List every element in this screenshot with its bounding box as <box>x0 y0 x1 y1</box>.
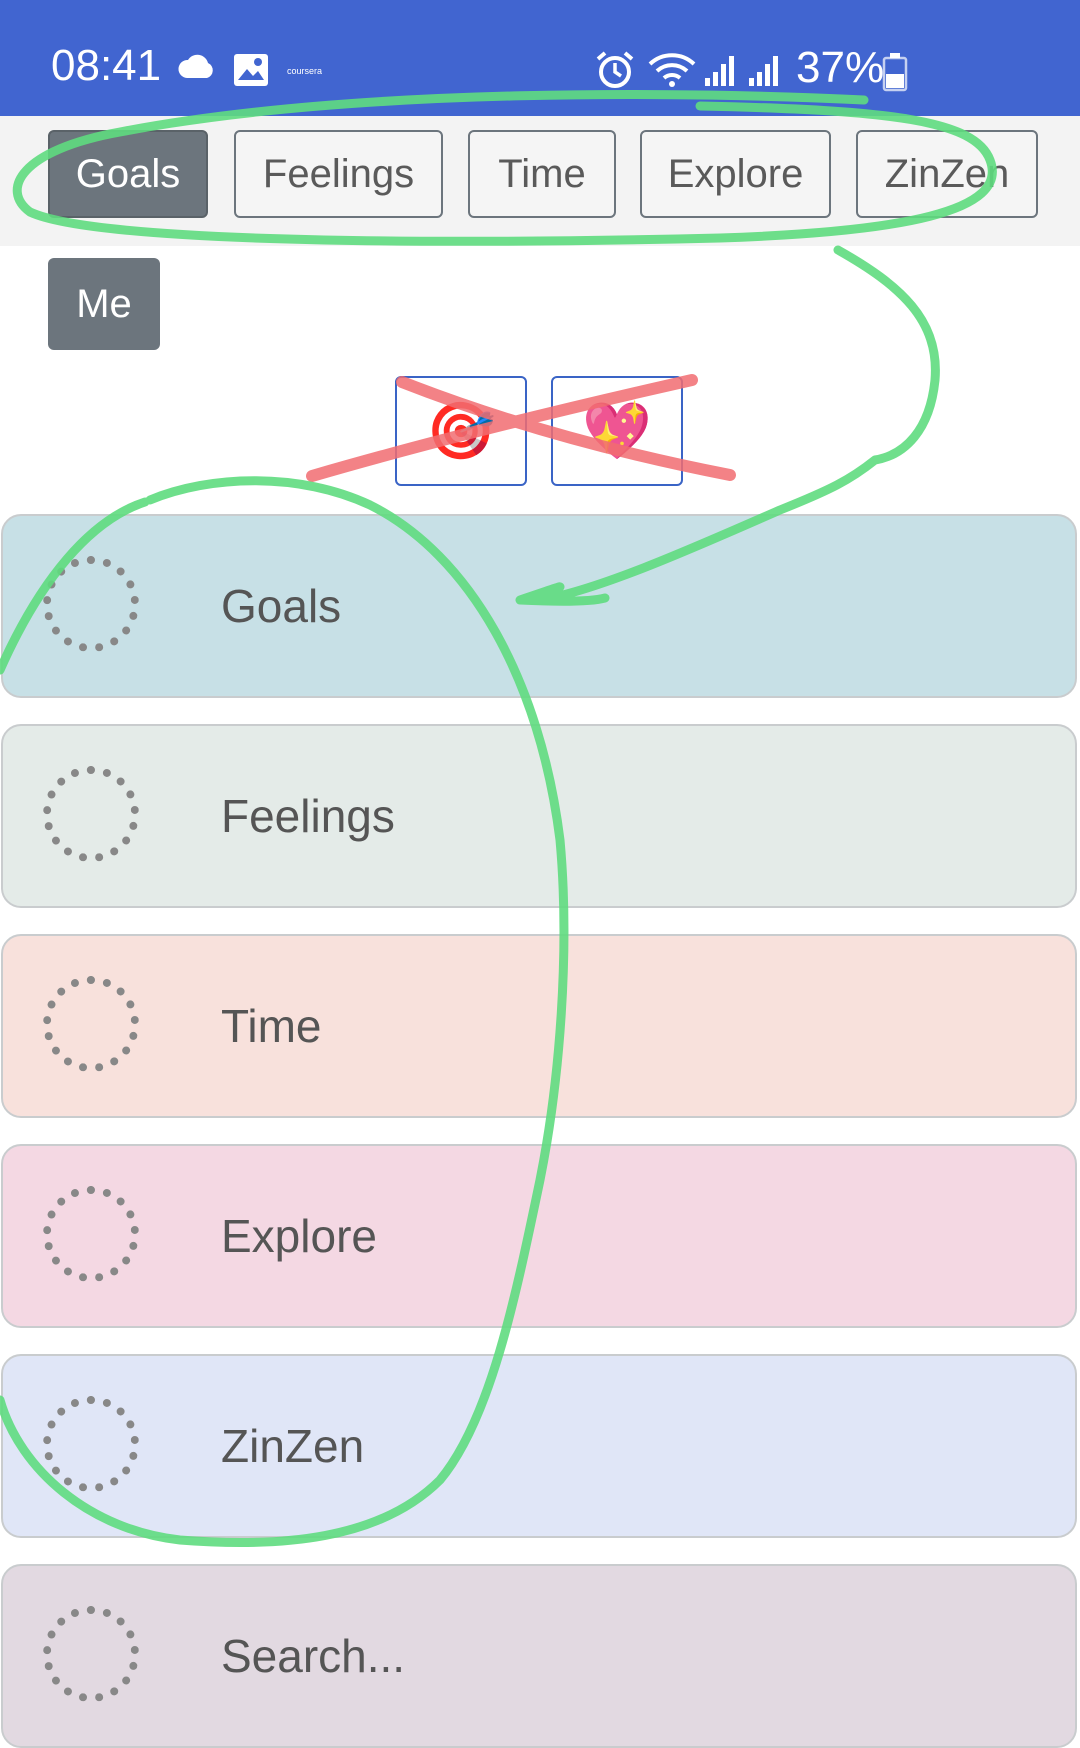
tab-explore[interactable]: Explore <box>640 130 831 218</box>
row-feelings[interactable]: Feelings <box>1 724 1077 908</box>
signal-icon-2 <box>747 54 781 93</box>
row-search[interactable]: Search... <box>1 1564 1077 1748</box>
battery-icon <box>882 52 908 97</box>
dotted-circle-icon <box>43 1606 139 1702</box>
status-bar: 08:41 coursera 37% <box>0 0 1080 116</box>
notification-app-label: coursera <box>287 66 323 76</box>
row-label: Time <box>221 1000 322 1052</box>
alarm-icon <box>595 50 635 95</box>
row-label: Goals <box>221 580 342 632</box>
cloud-icon <box>177 52 217 85</box>
row-label: Explore <box>221 1210 377 1262</box>
goal-emoji-button[interactable]: 🎯 <box>395 376 527 486</box>
tab-feelings[interactable]: Feelings <box>234 130 443 218</box>
dotted-circle-icon <box>43 976 139 1072</box>
row-label: ZinZen <box>221 1420 365 1472</box>
tab-time[interactable]: Time <box>468 130 616 218</box>
image-icon <box>233 53 269 92</box>
feeling-emoji-button[interactable]: 💖 <box>551 376 683 486</box>
sparkling-heart-icon: 💖 <box>582 399 652 462</box>
row-label: Search... <box>221 1630 406 1682</box>
top-nav: Goals Feelings Time Explore ZinZen <box>0 116 1080 246</box>
status-time: 08:41 <box>51 41 162 90</box>
row-time[interactable]: Time <box>1 934 1077 1118</box>
tab-goals[interactable]: Goals <box>48 130 208 218</box>
tab-zinzen[interactable]: ZinZen <box>856 130 1038 218</box>
target-icon: 🎯 <box>426 399 496 462</box>
dotted-circle-icon <box>43 1396 139 1492</box>
row-explore[interactable]: Explore <box>1 1144 1077 1328</box>
row-goals[interactable]: Goals <box>1 514 1077 698</box>
me-button[interactable]: Me <box>48 258 160 350</box>
dotted-circle-icon <box>43 766 139 862</box>
dotted-circle-icon <box>43 1186 139 1282</box>
wifi-icon <box>648 50 696 95</box>
row-zinzen[interactable]: ZinZen <box>1 1354 1077 1538</box>
signal-icon <box>703 54 737 93</box>
row-label: Feelings <box>221 790 395 842</box>
dotted-circle-icon <box>43 556 139 652</box>
battery-percent: 37% <box>796 43 885 92</box>
